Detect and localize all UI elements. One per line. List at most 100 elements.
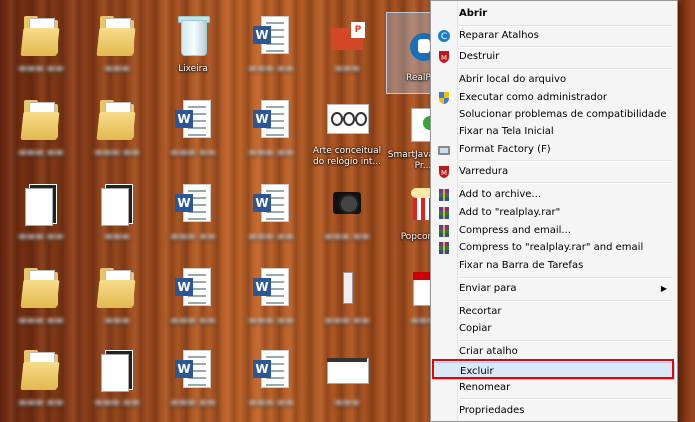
- repair-icon: C: [437, 29, 451, 43]
- desktop-icon-document[interactable]: ▬▬▬ ▬▬: [80, 338, 154, 418]
- folder-icon: [96, 98, 137, 142]
- word-document-icon: W: [173, 266, 213, 310]
- folder-icon: [96, 14, 137, 58]
- desktop-icon-word-document[interactable]: W ▬▬▬ ▬▬: [234, 172, 308, 252]
- desktop-icon-word-document[interactable]: W ▬▬▬ ▬▬: [156, 338, 230, 418]
- menu-item-renomear[interactable]: Renomear: [433, 379, 675, 397]
- menu-item-recortar[interactable]: Recortar: [433, 303, 675, 321]
- desktop-icon-folder[interactable]: ▬▬▬ ▬▬: [4, 338, 78, 418]
- folder-icon: [96, 266, 137, 310]
- desktop-icon-document[interactable]: ▬▬▬: [80, 172, 154, 252]
- desktop-icon-label: ▬▬▬ ▬▬: [18, 148, 64, 158]
- tool-icon: [327, 266, 367, 310]
- menu-item-abrir[interactable]: Abrir: [433, 5, 675, 23]
- desktop-icon-word-document[interactable]: W ▬▬▬ ▬▬: [234, 256, 308, 336]
- menu-item-executar-admin[interactable]: Executar como administrador: [433, 89, 675, 107]
- word-document-icon: W: [251, 348, 291, 392]
- desktop-icon-word-document[interactable]: W ▬▬▬ ▬▬: [234, 88, 308, 168]
- desktop-icon-label: ▬▬▬: [104, 316, 130, 326]
- submenu-arrow-icon: ▶: [660, 284, 667, 293]
- desktop-icon-word-document[interactable]: W ▬▬▬ ▬▬: [234, 4, 308, 84]
- word-document-icon: W: [173, 348, 213, 392]
- word-document-icon: W: [173, 182, 213, 226]
- desktop-icon-label: ▬▬▬: [104, 64, 130, 74]
- desktop-icon-label: ▬▬▬ ▬▬: [170, 232, 216, 242]
- desktop-icon-label: ▬▬▬ ▬▬: [18, 64, 64, 74]
- desktop-icon-folder[interactable]: ▬▬▬: [80, 4, 154, 84]
- desktop-icon-arte[interactable]: Arte conceitual do relógio int...: [310, 88, 384, 168]
- menu-item-enviar-para[interactable]: Enviar para ▶: [433, 280, 675, 298]
- desktop-icon-label: ▬▬▬: [334, 64, 360, 74]
- desktop-icon-word-document[interactable]: W ▬▬▬ ▬▬: [234, 338, 308, 418]
- desktop-icon-file[interactable]: ▬▬▬ ▬▬: [310, 256, 384, 336]
- desktop-icon-label: ▬▬▬ ▬▬: [170, 398, 216, 408]
- menu-item-compress-email[interactable]: Compress and email...: [433, 222, 675, 240]
- desktop-icon-folder[interactable]: ▬▬▬ ▬▬: [4, 256, 78, 336]
- desktop-icon-folder[interactable]: ▬▬▬: [80, 256, 154, 336]
- menu-separator: [459, 340, 673, 342]
- desktop-icon-folder[interactable]: ▬▬▬ ▬▬: [4, 88, 78, 168]
- menu-item-fixar-tela[interactable]: Fixar na Tela Inicial: [433, 123, 675, 141]
- desktop-icon-folder[interactable]: ▬▬▬ ▬▬: [4, 4, 78, 84]
- desktop-icon-label: ▬▬▬ ▬▬: [324, 232, 370, 242]
- watch-image-icon: [327, 98, 369, 140]
- screenshot-icon: [327, 348, 369, 392]
- menu-item-add-to-rar[interactable]: Add to "realplay.rar": [433, 204, 675, 222]
- desktop-icon-label: ▬▬▬ ▬▬: [248, 232, 294, 242]
- dark-document-icon: [21, 182, 61, 226]
- desktop-icon-camera[interactable]: ▬▬▬ ▬▬: [310, 172, 384, 252]
- mcafee-shield-icon: M: [437, 165, 451, 179]
- folder-icon: [20, 348, 61, 392]
- desktop-icon-word-document[interactable]: W ▬▬▬ ▬▬: [156, 256, 230, 336]
- menu-separator: [459, 398, 673, 400]
- menu-item-solucionar[interactable]: Solucionar problemas de compatibilidade: [433, 106, 675, 124]
- menu-item-format-factory[interactable]: Format Factory (F): [433, 141, 675, 159]
- word-document-icon: W: [251, 266, 291, 310]
- recycle-bin-label: Lixeira: [178, 64, 208, 74]
- desktop-icon-label: ▬▬▬ ▬▬: [18, 232, 64, 242]
- arte-label: Arte conceitual do relógio int...: [312, 146, 382, 167]
- desktop-icon-label: ▬▬▬ ▬▬: [94, 148, 140, 158]
- menu-item-destruir[interactable]: M Destruir: [433, 48, 675, 66]
- menu-item-fixar-barra[interactable]: Fixar na Barra de Tarefas: [433, 257, 675, 275]
- menu-item-compress-rar-email[interactable]: Compress to "realplay.rar" and email: [433, 239, 675, 257]
- svg-text:M: M: [441, 54, 447, 62]
- desktop-icon-document[interactable]: ▬▬▬ ▬▬: [4, 172, 78, 252]
- folder-icon: [20, 266, 61, 310]
- desktop-icon-presentation[interactable]: P ▬▬▬: [310, 4, 384, 84]
- winrar-icon: [437, 206, 451, 220]
- menu-item-add-archive[interactable]: Add to archive...: [433, 186, 675, 204]
- word-document-icon: W: [251, 98, 291, 142]
- folder-icon: [20, 14, 61, 58]
- desktop-icon-word-document[interactable]: W ▬▬▬ ▬▬: [156, 172, 230, 252]
- menu-item-abrir-local[interactable]: Abrir local do arquivo: [433, 71, 675, 89]
- desktop-icon-file[interactable]: ▬▬▬: [310, 338, 384, 418]
- menu-item-propriedades[interactable]: Propriedades: [433, 402, 675, 420]
- desktop-icon-label: ▬▬▬ ▬▬: [170, 316, 216, 326]
- desktop-icon-recycle-bin[interactable]: Lixeira: [156, 4, 230, 84]
- word-document-icon: W: [173, 98, 213, 142]
- uac-shield-icon: [437, 91, 451, 105]
- desktop-icon-label: ▬▬▬ ▬▬: [18, 316, 64, 326]
- winrar-icon: [437, 224, 451, 238]
- dark-document-icon: [97, 182, 137, 226]
- camera-icon: [327, 182, 367, 226]
- menu-separator: [459, 277, 673, 279]
- word-document-icon: W: [251, 182, 291, 226]
- format-factory-icon: [437, 143, 451, 157]
- desktop-icon-folder[interactable]: ▬▬▬ ▬▬: [80, 88, 154, 168]
- svg-text:M: M: [441, 169, 447, 177]
- mcafee-shield-icon: M: [437, 50, 451, 64]
- highlight-annotation-box: [432, 359, 674, 379]
- desktop-icon-word-document[interactable]: W ▬▬▬ ▬▬: [156, 88, 230, 168]
- dark-document-icon: [97, 348, 137, 392]
- desktop-icon-label: ▬▬▬ ▬▬: [94, 398, 140, 408]
- menu-item-reparar-atalhos[interactable]: C Reparar Atalhos: [433, 27, 675, 45]
- menu-item-varredura[interactable]: M Varredura: [433, 163, 675, 181]
- desktop-icon-label: ▬▬▬ ▬▬: [248, 316, 294, 326]
- menu-separator: [459, 160, 673, 162]
- desktop-icon-label: ▬▬▬: [104, 232, 130, 242]
- menu-separator: [459, 68, 673, 70]
- menu-item-copiar[interactable]: Copiar: [433, 320, 675, 338]
- winrar-icon: [437, 188, 451, 202]
